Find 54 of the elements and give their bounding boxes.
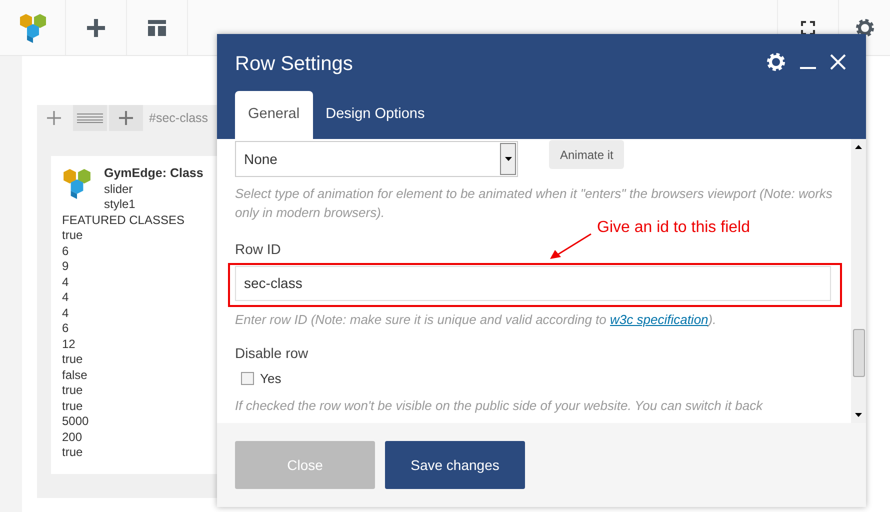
scroll-up-icon[interactable]: [855, 145, 862, 149]
row-id-field[interactable]: sec-class: [235, 266, 831, 300]
element-param: 5000: [62, 414, 90, 430]
add-icon: [119, 111, 133, 125]
element-param: slider: [104, 182, 134, 197]
element-param: true: [62, 352, 84, 368]
checkbox[interactable]: [241, 372, 254, 385]
element-param: true: [62, 398, 84, 414]
specification-link[interactable]: w3c specification: [610, 312, 708, 326]
element-param: 6: [62, 321, 70, 336]
element-title: GymEdge: Class: [104, 166, 204, 182]
element-param: 6: [62, 244, 70, 259]
element-param: true: [62, 228, 84, 244]
settings-icon[interactable]: [854, 18, 874, 38]
row-id-label: #sec-class: [149, 110, 208, 127]
modal-title: Row Settings: [235, 52, 353, 77]
element-param: 4: [62, 274, 70, 290]
move-icon: [47, 111, 61, 125]
element-param: FEATURED CLASSES: [62, 212, 186, 228]
element-param: 4: [62, 306, 70, 321]
add-column-button[interactable]: [109, 105, 143, 131]
logo-icon[interactable]: [18, 12, 46, 42]
scroll-down-icon[interactable]: [855, 413, 862, 417]
help-text: If checked the row won't be visible on the public side of your website. You can switch it back: [235, 397, 764, 415]
add-icon[interactable]: [87, 18, 105, 36]
help-text: Select type of animation for element to be animated when it "enters" the browsers viewport (Note: works only in modern browsers).: [235, 184, 833, 220]
animation-select[interactable]: None: [235, 141, 518, 177]
element-param: 4: [62, 290, 70, 306]
element-param: true: [62, 383, 84, 398]
layout-icon[interactable]: [148, 20, 166, 36]
column-layout-button[interactable]: [73, 105, 107, 131]
element-param: false: [62, 368, 88, 383]
help-text: Enter row ID (Note: make sure it is unique and valid according to w3c specification).: [235, 310, 718, 328]
tab[interactable]: General: [235, 91, 313, 139]
element-param: 200: [62, 430, 84, 445]
tab[interactable]: Design Options: [312, 91, 438, 139]
close-icon[interactable]: [830, 54, 846, 70]
annotation-arrow: [549, 233, 593, 261]
element-param: 12: [62, 336, 76, 352]
dropdown-arrow-icon: [504, 157, 512, 161]
element-param: true: [62, 445, 84, 460]
fullscreen-icon[interactable]: [801, 20, 815, 34]
save-button[interactable]: Save changes: [385, 441, 525, 489]
scroll-thumb[interactable]: [853, 329, 865, 377]
element-param: 9: [62, 259, 70, 274]
lines-icon: [77, 113, 103, 123]
checkbox-label: Yes: [260, 370, 282, 388]
element-icon: [62, 168, 92, 199]
element-param: style1: [104, 197, 136, 212]
animate-button[interactable]: Animate it: [549, 140, 624, 169]
field-label: Row ID: [235, 240, 281, 258]
scrollbar[interactable]: [851, 139, 866, 423]
annotation-text: Give an id to this field: [597, 218, 750, 238]
field-label: Disable row: [235, 344, 308, 362]
